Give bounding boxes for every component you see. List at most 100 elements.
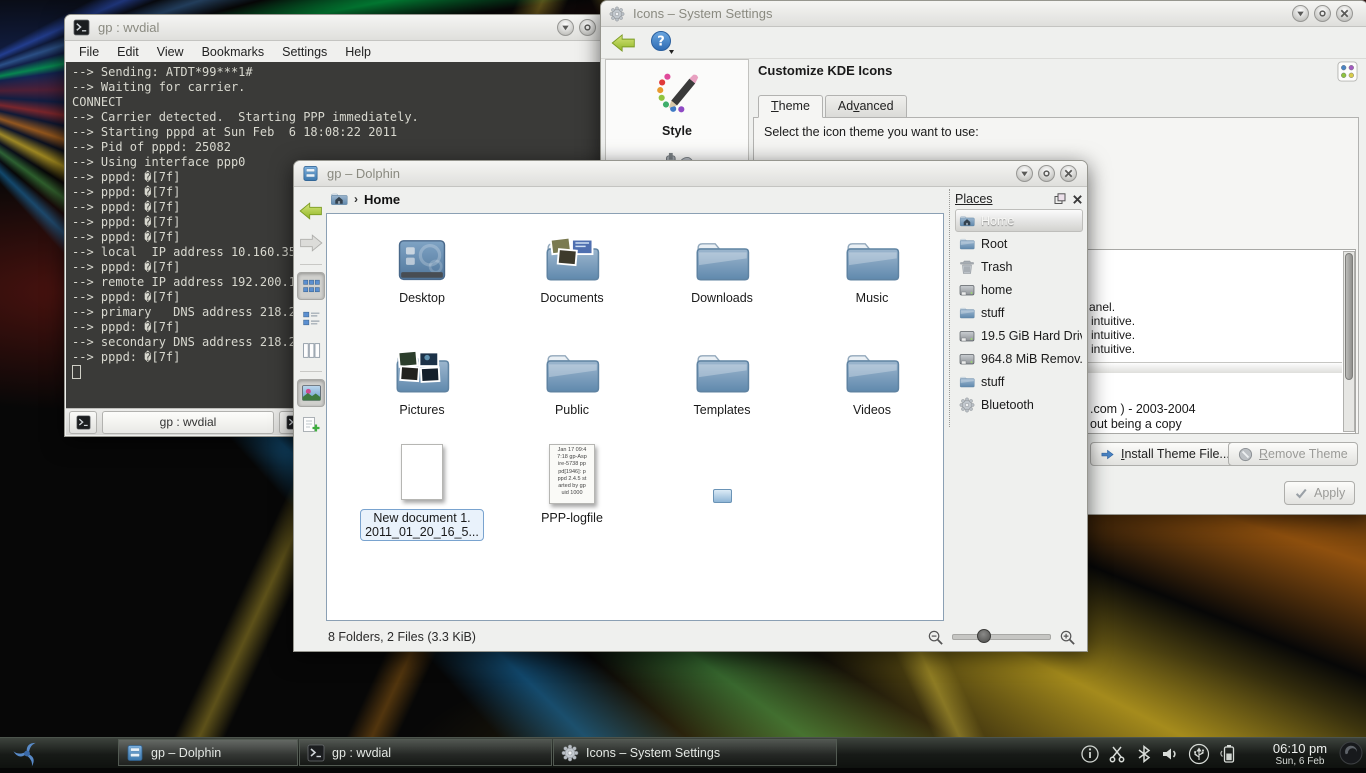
overview-icon[interactable] bbox=[1337, 61, 1358, 87]
folder-icon bbox=[393, 332, 451, 396]
zoom-out-icon[interactable] bbox=[927, 629, 944, 646]
file-item-public[interactable]: Public bbox=[497, 332, 647, 444]
preview-button[interactable] bbox=[297, 379, 325, 407]
dolphin-titlebar[interactable]: gp – Dolphin bbox=[294, 161, 1087, 187]
help-button[interactable]: ? bbox=[649, 30, 677, 56]
folder-icon bbox=[543, 220, 601, 284]
theme-list-scrollbar[interactable] bbox=[1343, 251, 1355, 432]
menu-file[interactable]: File bbox=[79, 45, 99, 59]
tab-advanced[interactable]: Advanced bbox=[825, 95, 907, 118]
details-view-button[interactable] bbox=[297, 304, 325, 332]
file-item-new-document[interactable]: New document 1.2011_01_20_16_5... bbox=[347, 444, 497, 556]
menu-bookmarks[interactable]: Bookmarks bbox=[202, 45, 265, 59]
maximize-button[interactable] bbox=[1038, 165, 1055, 182]
file-item-downloads[interactable]: Downloads bbox=[647, 220, 797, 332]
folder-icon bbox=[543, 332, 601, 396]
volume-tray-icon[interactable] bbox=[1160, 744, 1180, 764]
forward-button[interactable] bbox=[297, 229, 325, 257]
new-tab-button[interactable] bbox=[69, 411, 97, 434]
place-stuff[interactable]: stuff bbox=[955, 370, 1083, 393]
folder-view[interactable]: DesktopDocumentsDownloadsMusic PicturesPu… bbox=[326, 213, 944, 621]
maximize-button[interactable] bbox=[579, 19, 596, 36]
tab-theme[interactable]: Theme bbox=[758, 95, 823, 118]
remove-icon bbox=[1238, 447, 1253, 462]
terminal-tab-label: gp : wvdial bbox=[160, 415, 217, 429]
remove-theme-button[interactable]: Remove Theme bbox=[1228, 442, 1358, 466]
task-label: gp : wvdial bbox=[332, 746, 391, 760]
sidebar-item-style[interactable]: Style bbox=[606, 60, 748, 138]
folder-icon bbox=[693, 220, 751, 284]
place-label: home bbox=[981, 283, 1012, 297]
file-item-templates[interactable]: Templates bbox=[647, 332, 797, 444]
place-stuff[interactable]: stuff bbox=[955, 301, 1083, 324]
clock[interactable]: 06:10 pm Sun, 6 Feb bbox=[1262, 739, 1338, 767]
places-panel: Places HomeRootTrashhomestuff19.5 GiB Ha… bbox=[949, 189, 1083, 427]
place-bluetooth[interactable]: Bluetooth bbox=[955, 393, 1083, 416]
place-home[interactable]: home bbox=[955, 278, 1083, 301]
terminal-menubar: File Edit View Bookmarks Settings Help bbox=[65, 41, 623, 63]
file-item-ppp-logfile[interactable]: Jan 17 09:47:18 gp-Aspire-5738 pppd[1946… bbox=[497, 444, 647, 556]
usb-tray-icon[interactable] bbox=[1188, 743, 1210, 765]
taskbar-task-icons-system-settings[interactable]: Icons – System Settings bbox=[553, 739, 837, 766]
file-item-pictures[interactable]: Pictures bbox=[347, 332, 497, 444]
place-root[interactable]: Root bbox=[955, 232, 1083, 255]
close-button[interactable] bbox=[1060, 165, 1077, 182]
place-home[interactable]: Home bbox=[955, 209, 1083, 232]
terminal-icon bbox=[307, 744, 325, 762]
terminal-tab[interactable]: gp : wvdial bbox=[102, 411, 274, 434]
theme-list-fragment: intuitive. bbox=[1091, 314, 1135, 328]
back-button[interactable] bbox=[610, 32, 637, 54]
taskbar-task-gp-wvdial[interactable]: gp : wvdial bbox=[299, 739, 552, 766]
terminal-line: --> Starting pppd at Sun Feb 6 18:08:22 … bbox=[72, 125, 616, 140]
zoom-slider-handle[interactable] bbox=[977, 629, 991, 643]
columns-view-button[interactable] bbox=[297, 336, 325, 364]
minimize-button[interactable] bbox=[1292, 5, 1309, 22]
checkmark-icon bbox=[1294, 486, 1308, 500]
svg-text:?: ? bbox=[657, 34, 665, 49]
bluetooth-tray-icon[interactable] bbox=[1136, 744, 1152, 764]
place-19-5-gib-hard-drive[interactable]: 19.5 GiB Hard Drive bbox=[955, 324, 1083, 347]
close-panel-icon[interactable] bbox=[1072, 194, 1083, 205]
breadcrumb-location[interactable]: Home bbox=[364, 192, 400, 207]
toolbar-separator bbox=[300, 264, 322, 265]
menu-help[interactable]: Help bbox=[345, 45, 371, 59]
menu-settings[interactable]: Settings bbox=[282, 45, 327, 59]
file-item-videos[interactable]: Videos bbox=[797, 332, 944, 444]
split-view-button[interactable] bbox=[297, 411, 325, 439]
maximize-button[interactable] bbox=[1314, 5, 1331, 22]
panel-toolbox-icon[interactable] bbox=[1338, 740, 1364, 771]
install-theme-file-button[interactable]: Install Theme File... bbox=[1090, 442, 1240, 466]
minimize-button[interactable] bbox=[1016, 165, 1033, 182]
info-tray-icon[interactable] bbox=[1080, 744, 1100, 764]
battery-tray-icon[interactable] bbox=[1218, 743, 1238, 765]
scrollbar-thumb[interactable] bbox=[1345, 253, 1353, 380]
menu-view[interactable]: View bbox=[157, 45, 184, 59]
theme-list-fragment: anel. bbox=[1089, 300, 1115, 314]
place-trash[interactable]: Trash bbox=[955, 255, 1083, 278]
zoom-in-icon[interactable] bbox=[1059, 629, 1076, 646]
place-label: stuff bbox=[981, 375, 1004, 389]
zoom-slider[interactable] bbox=[952, 634, 1051, 640]
file-item-documents[interactable]: Documents bbox=[497, 220, 647, 332]
place-label: Root bbox=[981, 237, 1007, 251]
float-panel-icon[interactable] bbox=[1054, 193, 1066, 205]
theme-description: .com ) - 2003-2004out being a copy bbox=[1090, 402, 1196, 432]
folder16-icon bbox=[959, 306, 975, 319]
file-item-desktop[interactable]: Desktop bbox=[347, 220, 497, 332]
klipper-tray-icon[interactable] bbox=[1108, 744, 1128, 764]
system-settings-titlebar[interactable]: Icons – System Settings bbox=[601, 1, 1366, 27]
minimize-button[interactable] bbox=[557, 19, 574, 36]
sidebar-item-style-label: Style bbox=[606, 124, 748, 138]
icons-view-button[interactable] bbox=[297, 272, 325, 300]
taskbar-task-gp-dolphin[interactable]: gp – Dolphin bbox=[118, 739, 298, 766]
home-folder-icon[interactable] bbox=[330, 190, 348, 208]
file-item-music[interactable]: Music bbox=[797, 220, 944, 332]
terminal-titlebar[interactable]: gp : wvdial bbox=[65, 15, 623, 41]
terminal-window-title: gp : wvdial bbox=[98, 20, 159, 35]
close-button[interactable] bbox=[1336, 5, 1353, 22]
terminal-line: --> Pid of pppd: 25082 bbox=[72, 140, 616, 155]
apply-button[interactable]: Apply bbox=[1284, 481, 1355, 505]
menu-edit[interactable]: Edit bbox=[117, 45, 139, 59]
place-964-8-mib-remov-[interactable]: 964.8 MiB Remov... bbox=[955, 347, 1083, 370]
back-button[interactable] bbox=[297, 197, 325, 225]
